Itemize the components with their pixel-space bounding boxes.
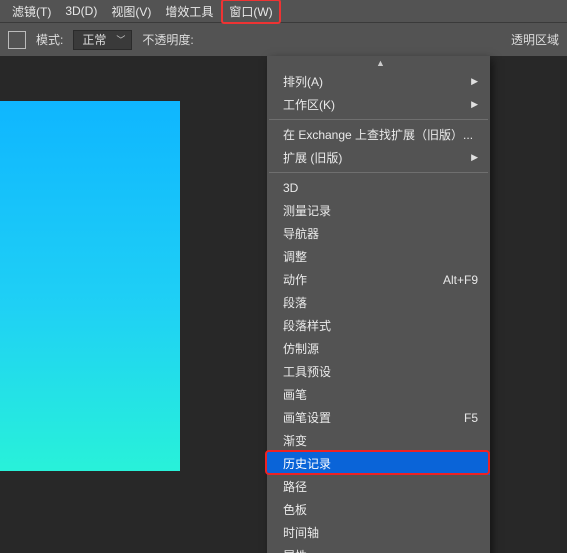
opacity-label: 不透明度: <box>142 31 193 48</box>
menu-item[interactable]: 属性 <box>267 544 490 553</box>
menu-item-label: 路径 <box>283 478 478 495</box>
menu-item[interactable]: 时间轴 <box>267 521 490 544</box>
menu-item[interactable]: 扩展 (旧版)▶ <box>267 146 490 169</box>
document-canvas[interactable] <box>0 101 180 471</box>
menu-item-label: 工具预设 <box>283 363 478 380</box>
menu-item-label: 导航器 <box>283 225 478 242</box>
menu-item[interactable]: 段落 <box>267 291 490 314</box>
menu-window[interactable]: 窗口(W) <box>221 0 280 24</box>
menu-item[interactable]: 历史记录 <box>267 452 490 475</box>
menu-separator <box>269 119 488 120</box>
menu-item[interactable]: 仿制源 <box>267 337 490 360</box>
menu-item-label: 扩展 (旧版) <box>283 149 471 166</box>
menu-item-label: 色板 <box>283 501 478 518</box>
menu-item[interactable]: 画笔设置F5 <box>267 406 490 429</box>
menu-item[interactable]: 路径 <box>267 475 490 498</box>
tool-preset-icon[interactable] <box>8 31 26 49</box>
menu-item[interactable]: 段落样式 <box>267 314 490 337</box>
menu-item-label: 段落 <box>283 294 478 311</box>
triangle-up-icon: ▲ <box>376 58 385 68</box>
window-dropdown-menu: ▲ 排列(A)▶工作区(K)▶在 Exchange 上查找扩展（旧版）...扩展… <box>267 56 490 553</box>
submenu-arrow-icon: ▶ <box>471 152 478 163</box>
transparent-area-label: 透明区域 <box>511 31 559 48</box>
menu-item-label: 仿制源 <box>283 340 478 357</box>
submenu-arrow-icon: ▶ <box>471 76 478 87</box>
menu-item[interactable]: 动作Alt+F9 <box>267 268 490 291</box>
menu-item-label: 属性 <box>283 547 478 553</box>
menu-item[interactable]: 3D <box>267 176 490 199</box>
menu-item[interactable]: 在 Exchange 上查找扩展（旧版）... <box>267 123 490 146</box>
workspace: ▲ 排列(A)▶工作区(K)▶在 Exchange 上查找扩展（旧版）...扩展… <box>0 56 567 553</box>
menu-plugins[interactable]: 增效工具 <box>159 1 219 22</box>
blend-mode-value: 正常 <box>82 31 106 48</box>
menu-item[interactable]: 导航器 <box>267 222 490 245</box>
menu-item-label: 历史记录 <box>283 455 478 472</box>
menu-item-shortcut: Alt+F9 <box>443 273 478 287</box>
menu-item-label: 画笔设置 <box>283 409 464 426</box>
mode-label: 模式: <box>36 31 63 48</box>
menu-item-label: 渐变 <box>283 432 478 449</box>
menubar: 滤镜(T) 3D(D) 视图(V) 增效工具 窗口(W) <box>0 0 567 22</box>
menu-item[interactable]: 渐变 <box>267 429 490 452</box>
menu-item-label: 时间轴 <box>283 524 478 541</box>
submenu-arrow-icon: ▶ <box>471 99 478 110</box>
menu-item[interactable]: 色板 <box>267 498 490 521</box>
menu-item-label: 在 Exchange 上查找扩展（旧版）... <box>283 126 478 143</box>
menu-filter[interactable]: 滤镜(T) <box>6 1 57 22</box>
options-bar: 模式: 正常 ﹀ 不透明度: 透明区域 <box>0 22 567 56</box>
menu-item[interactable]: 排列(A)▶ <box>267 70 490 93</box>
menu-item[interactable]: 测量记录 <box>267 199 490 222</box>
menu-item[interactable]: 调整 <box>267 245 490 268</box>
menu-item[interactable]: 画笔 <box>267 383 490 406</box>
menu-item[interactable]: 工具预设 <box>267 360 490 383</box>
menu-item-label: 测量记录 <box>283 202 478 219</box>
menu-3d[interactable]: 3D(D) <box>59 2 103 20</box>
menu-item-label: 工作区(K) <box>283 96 471 113</box>
chevron-down-icon: ﹀ <box>116 33 125 46</box>
menu-separator <box>269 172 488 173</box>
menu-item[interactable]: 工作区(K)▶ <box>267 93 490 116</box>
menu-item-label: 动作 <box>283 271 443 288</box>
blend-mode-select[interactable]: 正常 ﹀ <box>73 30 132 50</box>
menu-view[interactable]: 视图(V) <box>105 1 157 22</box>
menu-item-label: 段落样式 <box>283 317 478 334</box>
menu-item-shortcut: F5 <box>464 411 478 425</box>
menu-item-label: 调整 <box>283 248 478 265</box>
menu-item-label: 画笔 <box>283 386 478 403</box>
menu-item-label: 3D <box>283 181 478 195</box>
recent-bar[interactable]: ▲ <box>267 56 490 70</box>
menu-item-label: 排列(A) <box>283 73 471 90</box>
